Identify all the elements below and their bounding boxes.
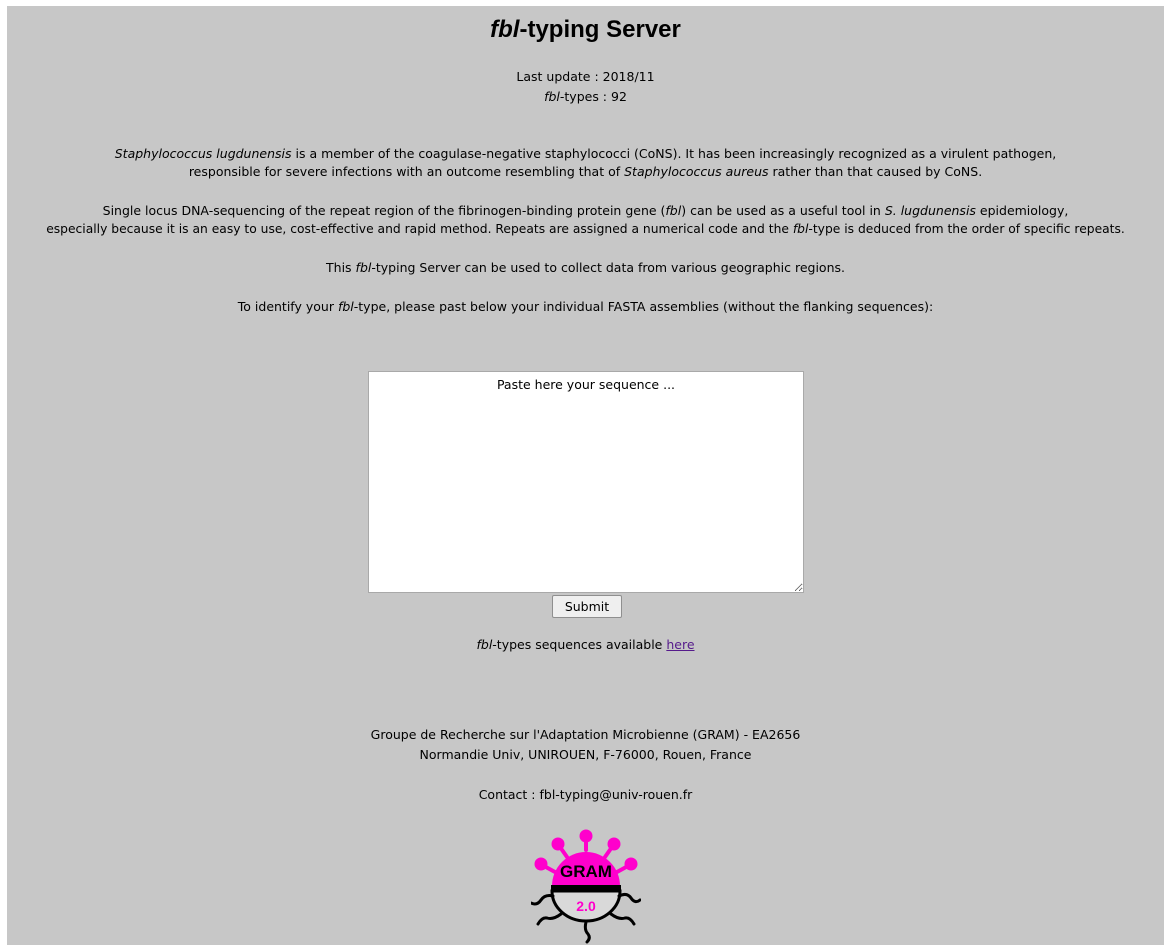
intro-paragraph-2-line-2: especially because it is an easy to use,… (7, 221, 1164, 237)
gene-name: fbl (476, 637, 493, 652)
intro-text: epidemiology, (975, 203, 1069, 218)
intro-text: is a member of the coagulase-negative st… (291, 146, 1057, 161)
intro-text: Single locus DNA-sequencing of the repea… (102, 203, 666, 218)
intro-text: -type is deduced from the order of speci… (808, 222, 1125, 236)
intro-text: responsible for severe infections with a… (188, 164, 625, 179)
title-gene: fbl (490, 16, 520, 43)
intro-paragraph-1-line-1: Staphylococcus lugdunensis is a member o… (7, 146, 1164, 162)
footer-line-1: Groupe de Recherche sur l'Adaptation Mic… (370, 727, 801, 742)
page-title: fbl-typing Server (7, 15, 1164, 45)
contact: Contact : fbl-typing@univ-rouen.fr (478, 787, 693, 802)
instructions: To identify your fbl-type, please past b… (7, 299, 1164, 315)
page-container: fbl-typing Server Last update : 2018/11 … (7, 6, 1164, 945)
intro-text: rather than that caused by CoNS. (768, 164, 983, 179)
types-count: fbl-types : 92 (7, 89, 1164, 105)
types-count-text: -types : 92 (559, 89, 627, 104)
types-gene: fbl (544, 89, 560, 104)
gene-name: fbl (792, 222, 809, 236)
sequences-link[interactable]: here (666, 637, 694, 652)
gene-name: fbl (665, 203, 682, 218)
logo-top-text: GRAM (560, 862, 612, 881)
footer-line-2: Normandie Univ, UNIROUEN, F-76000, Rouen… (419, 747, 752, 762)
logo-bottom-text: 2.0 (576, 898, 596, 914)
intro-text: -type, please past below your individual… (353, 299, 934, 314)
title-rest: -typing Server (519, 16, 681, 43)
intro-text: ) can be used as a useful tool in (681, 203, 885, 218)
intro-text: This (326, 260, 356, 275)
gene-name: fbl (355, 260, 372, 275)
sequence-input[interactable] (368, 371, 804, 593)
species-name: S. lugdunensis (884, 203, 976, 218)
sequences-available: fbl-types sequences available here (7, 637, 1164, 653)
last-update: Last update : 2018/11 (516, 69, 655, 84)
species-name: Staphylococcus aureus (624, 164, 769, 179)
gene-name: fbl (337, 299, 354, 314)
intro-paragraph-3: This fbl-typing Server can be used to co… (7, 260, 1164, 276)
intro-paragraph-1-line-2: responsible for severe infections with a… (7, 164, 1164, 180)
submit-button[interactable]: Submit (552, 595, 622, 618)
intro-paragraph-2-line-1: Single locus DNA-sequencing of the repea… (7, 203, 1164, 219)
gram-logo-icon: GRAM 2.0 (531, 829, 641, 944)
intro-text: To identify your (237, 299, 338, 314)
intro-text: -typing Server can be used to collect da… (371, 260, 845, 275)
intro-text: especially because it is an easy to use,… (46, 222, 793, 236)
species-name: Staphylococcus lugdunensis (114, 146, 292, 161)
sequences-text: -types sequences available (492, 637, 667, 652)
